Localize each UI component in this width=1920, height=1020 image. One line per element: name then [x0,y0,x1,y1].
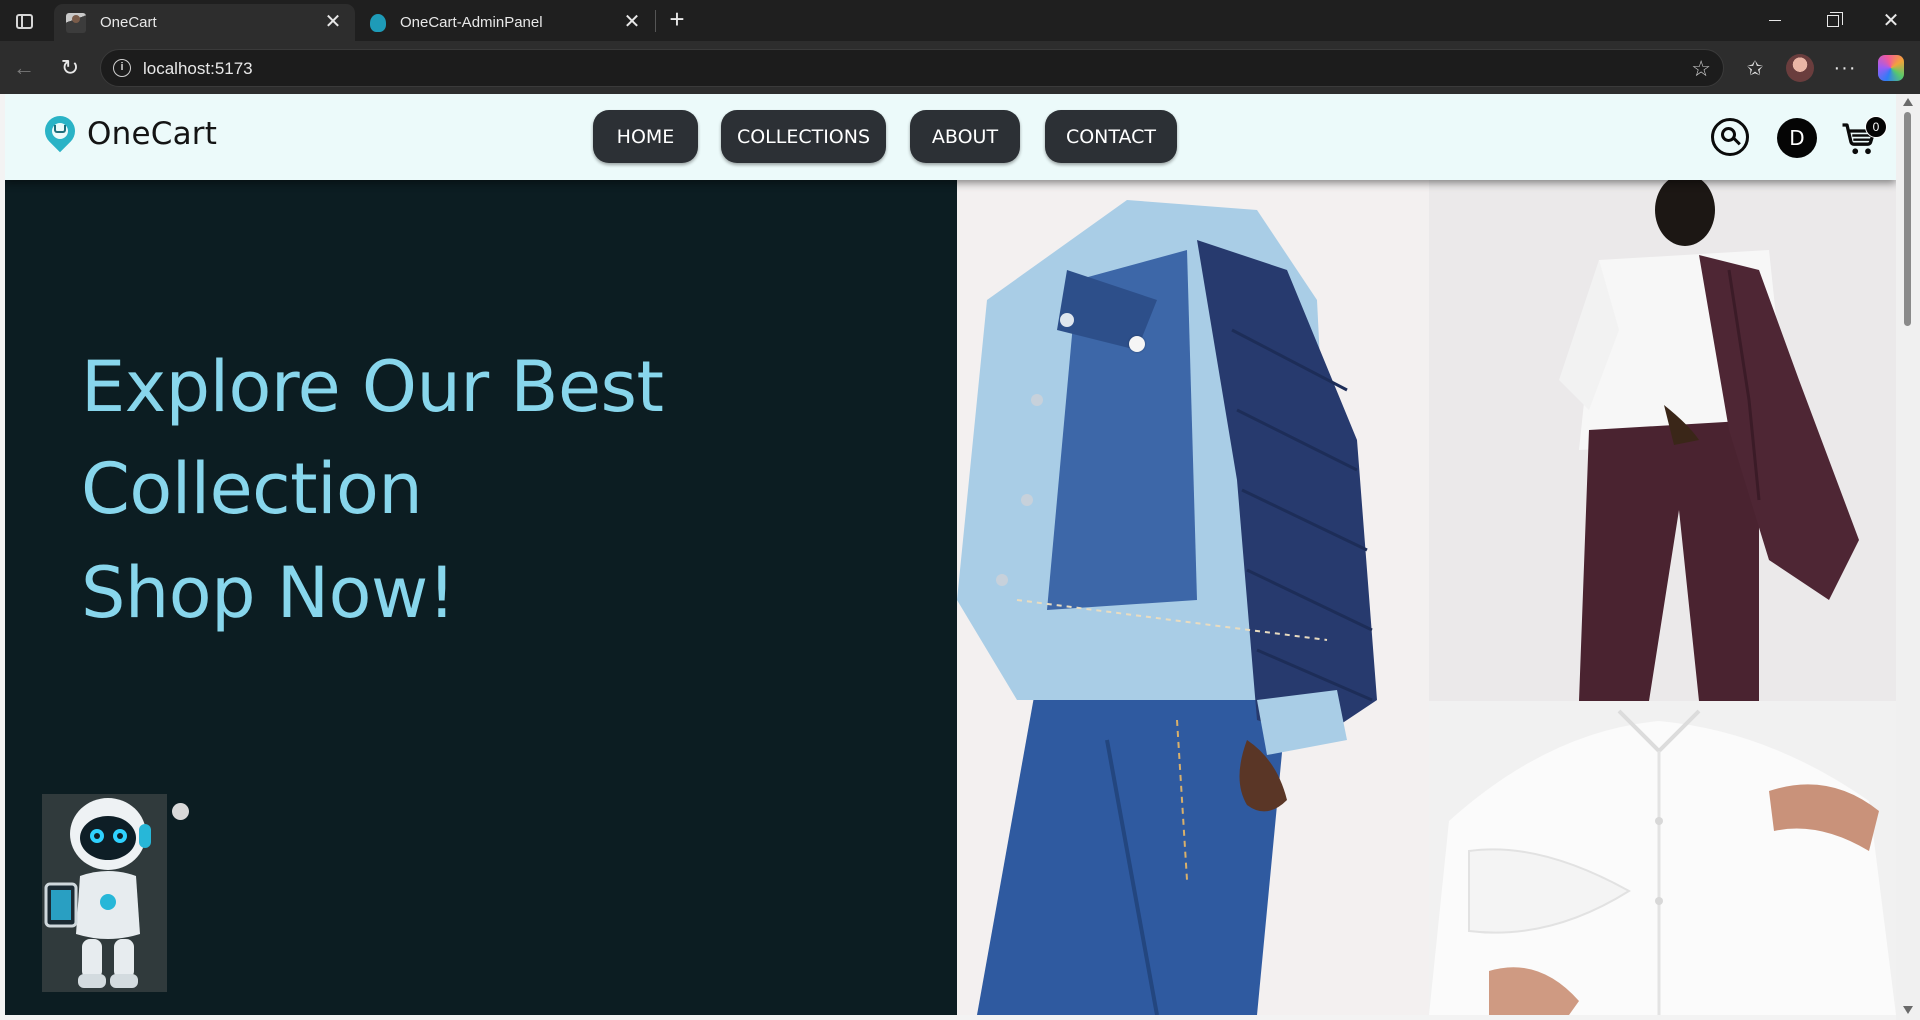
slider-indicator-dot[interactable] [1129,336,1145,352]
site-navbar: OneCart HOME COLLECTIONS ABOUT CONTACT D… [5,94,1896,180]
browser-toolbar: ← ↻ i localhost:5173 ☆ ✩ ··· [0,41,1920,94]
hero-image-denim-jacket [957,180,1429,1015]
onecart-page: OneCart HOME COLLECTIONS ABOUT CONTACT D… [5,94,1896,1015]
tab-close-icon[interactable]: ✕ [323,12,343,33]
hero-heading-line-1: Explore Our Best [81,346,664,428]
tab-favicon-icon [66,12,86,33]
new-tab-icon[interactable]: + [663,6,691,34]
address-bar[interactable]: i localhost:5173 ☆ [100,49,1724,87]
address-url[interactable]: localhost:5173 [143,59,253,79]
nav-collections-button[interactable]: COLLECTIONS [721,110,886,163]
hero-heading-line-2: Collection [81,448,423,530]
window-close-button[interactable]: ✕ [1862,0,1920,41]
site-info-icon[interactable]: i [113,59,131,77]
chatbot-robot-image[interactable] [42,794,167,992]
nav-about-button[interactable]: ABOUT [910,110,1020,163]
hero-image-white-shirt [1429,701,1896,1015]
tab-title: OneCart [100,14,157,31]
user-avatar[interactable]: D [1777,118,1817,158]
nav-contact-button[interactable]: CONTACT [1045,110,1177,163]
hero-image-burgundy-suit [1429,180,1896,701]
window-restore-button[interactable] [1804,0,1862,41]
brand-logo-icon [38,109,82,153]
cart-count-badge: 0 [1865,116,1887,138]
nav-home-button[interactable]: HOME [593,110,698,163]
hero-heading-line-3: Shop Now! [81,552,456,634]
scrollbar-thumb[interactable] [1904,112,1911,326]
hero-image-grid [957,180,1896,1015]
brand-name: OneCart [87,116,218,152]
sidebar-toggle-icon[interactable] [12,9,36,33]
search-icon[interactable] [1711,118,1751,158]
favorites-icon[interactable]: ✩ [1740,53,1770,83]
cart-button[interactable]: 0 [1841,116,1887,156]
window-minimize-button[interactable] [1746,0,1804,41]
profile-avatar[interactable] [1785,53,1815,83]
scroll-down-arrow-icon[interactable] [1903,1006,1913,1014]
reload-icon[interactable]: ↻ [57,55,83,81]
tab-close-icon[interactable]: ✕ [622,12,642,33]
tab-separator [655,10,656,32]
tab-favicon-icon [370,13,386,32]
copilot-icon[interactable] [1876,53,1906,83]
favorite-star-icon[interactable]: ☆ [1691,56,1711,82]
more-menu-icon[interactable]: ··· [1830,53,1860,83]
browser-tab-adminpanel[interactable]: OneCart-AdminPanel ✕ [358,4,654,41]
scroll-up-arrow-icon[interactable] [1903,98,1913,106]
page-viewport: OneCart HOME COLLECTIONS ABOUT CONTACT D… [0,94,1920,1020]
chatbot-status-dot [172,803,189,820]
browser-tab-onecart[interactable]: OneCart ✕ [54,4,355,41]
back-arrow-icon[interactable]: ← [11,55,37,81]
browser-tabstrip: OneCart ✕ OneCart-AdminPanel ✕ + ✕ [0,0,1920,41]
brand[interactable]: OneCart [38,109,218,153]
tab-title: OneCart-AdminPanel [400,14,543,31]
page-scrollbar[interactable] [1896,94,1920,1020]
